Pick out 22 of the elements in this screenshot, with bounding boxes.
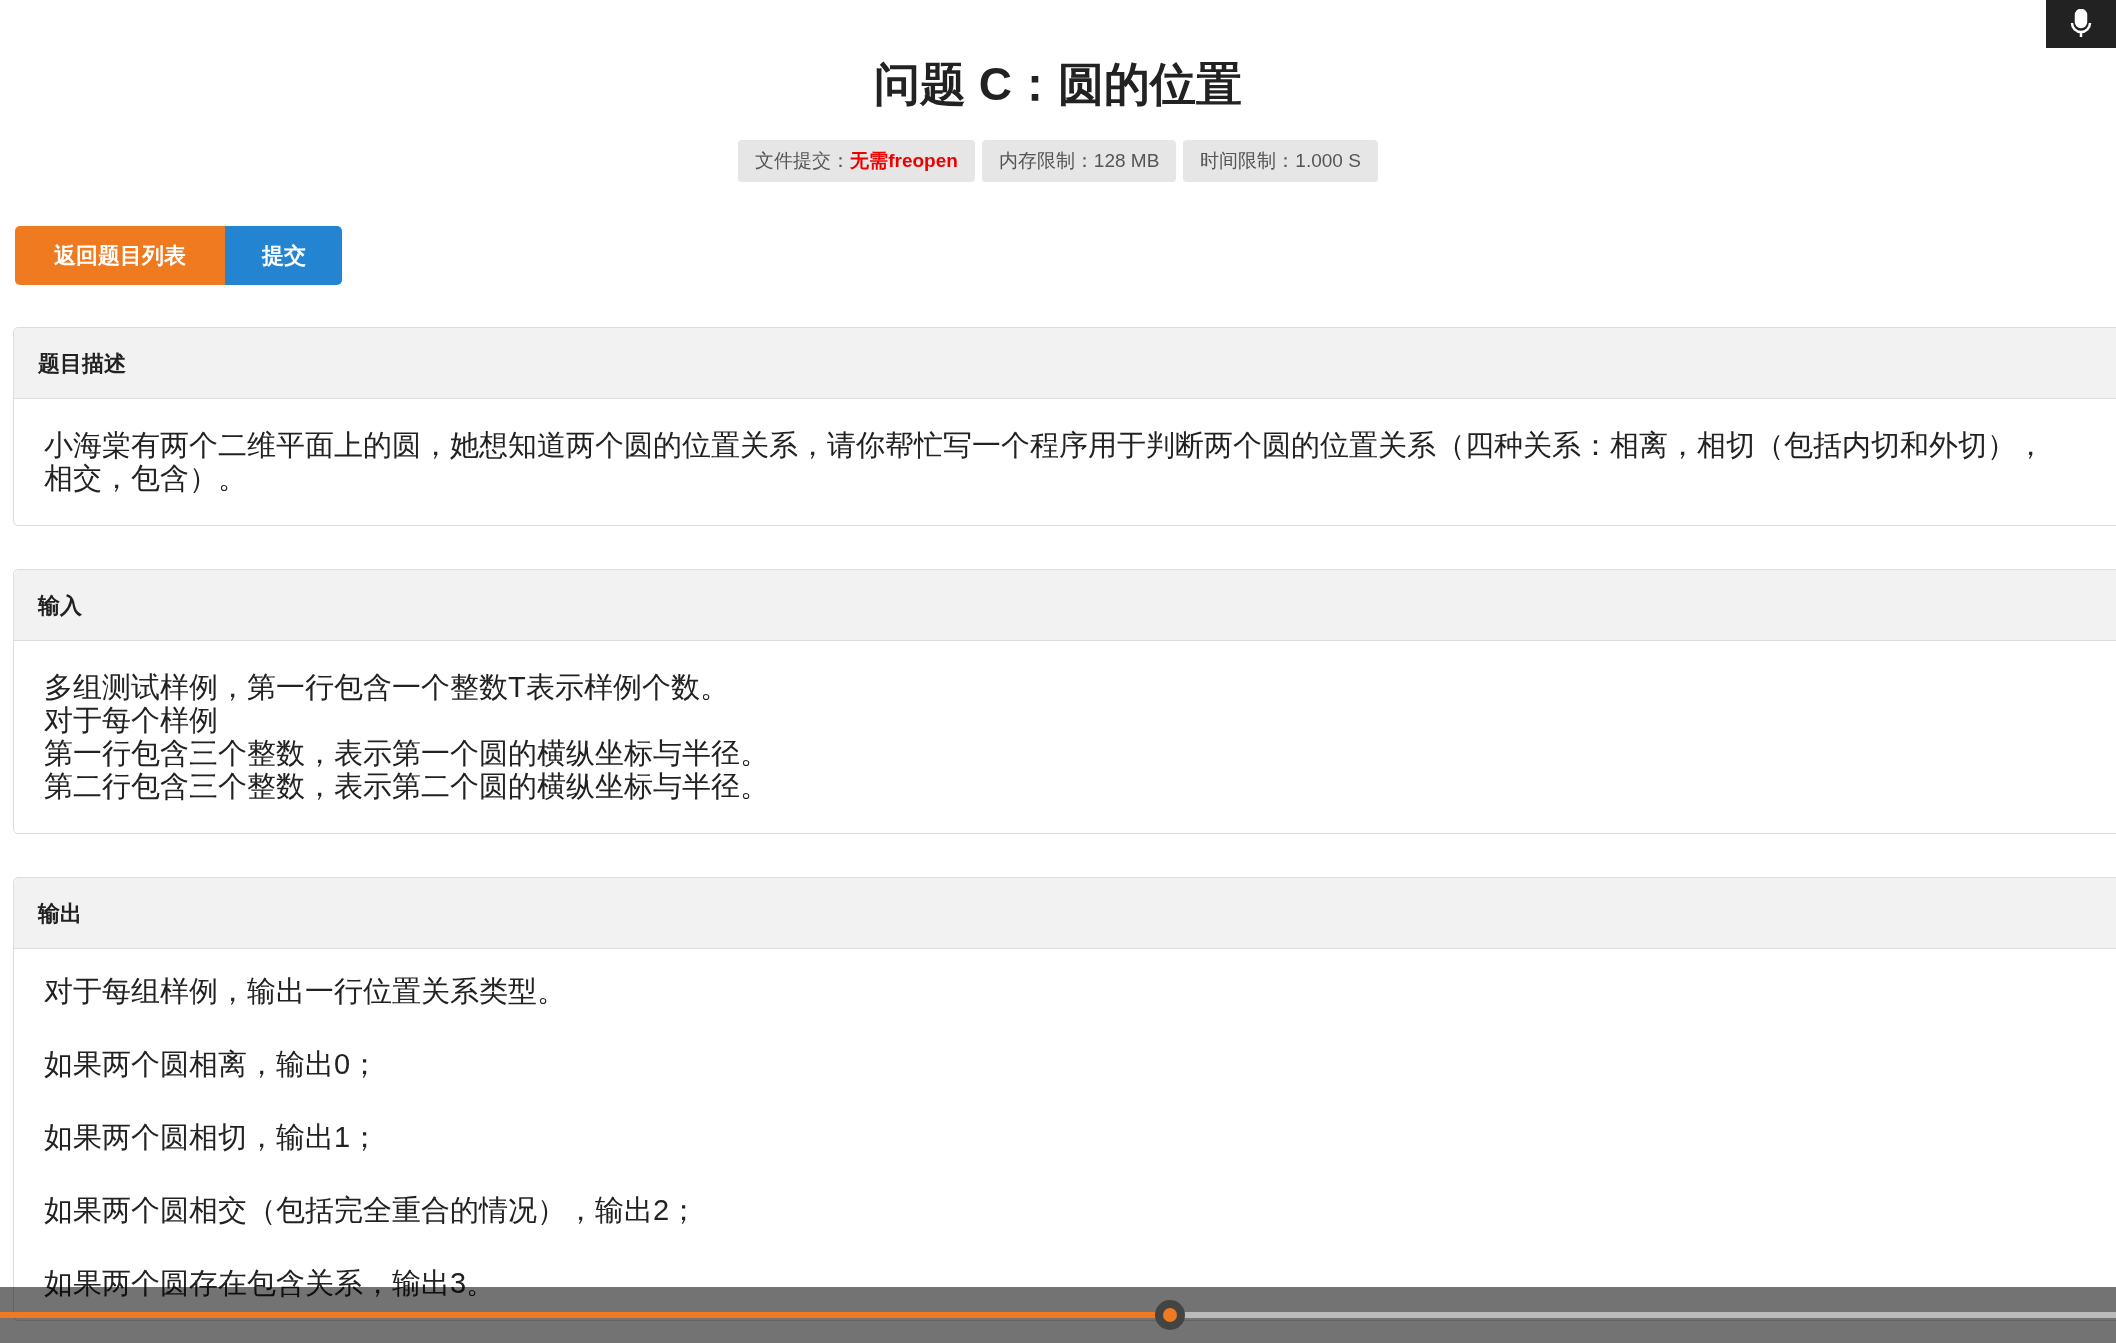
body-text: 多组测试样例，第一行包含一个整数T表示样例个数。 bbox=[44, 671, 730, 704]
section-heading: 输入 bbox=[38, 591, 82, 620]
limit-badge: 文件提交：无需freopen bbox=[738, 140, 975, 182]
microphone-icon bbox=[2070, 9, 2092, 39]
body-text: 如果两个圆相切，输出1； bbox=[44, 1121, 381, 1154]
body-text: 第二行包含三个整数，表示第二个圆的横纵坐标与半径。 bbox=[44, 770, 770, 803]
limit-badge: 内存限制：128 MB bbox=[981, 140, 1177, 182]
seek-bar[interactable] bbox=[0, 1299, 2116, 1331]
seek-handle[interactable] bbox=[1155, 1300, 1186, 1330]
body-text: 对于每个样例 bbox=[44, 704, 219, 737]
body-text: 如果两个圆相交（包括完全重合的情况），输出2； bbox=[44, 1194, 700, 1227]
page-title: 问题 C：圆的位置 bbox=[874, 57, 1242, 112]
submit-button[interactable]: 提交 bbox=[225, 226, 342, 285]
section-heading: 题目描述 bbox=[38, 349, 126, 378]
body-text: 对于每组样例，输出一行位置关系类型。 bbox=[44, 975, 567, 1008]
body-text: 如果两个圆相离，输出0； bbox=[44, 1048, 381, 1081]
mic-button[interactable] bbox=[2046, 0, 2116, 48]
section-heading: 输出 bbox=[38, 899, 82, 928]
back-button[interactable]: 返回题目列表 bbox=[15, 226, 225, 285]
body-text: 第一行包含三个整数，表示第一个圆的横纵坐标与半径。 bbox=[44, 737, 770, 770]
body-text: 小海棠有两个二维平面上的圆，她想知道两个圆的位置关系，请你帮忙写一个程序用于判断两个圆的位置关系（四种关系：相离，相切（包括内切和外切），相交，包含）。 bbox=[44, 429, 2046, 495]
limit-badge: 时间限制：1.000 S bbox=[1183, 140, 1378, 182]
